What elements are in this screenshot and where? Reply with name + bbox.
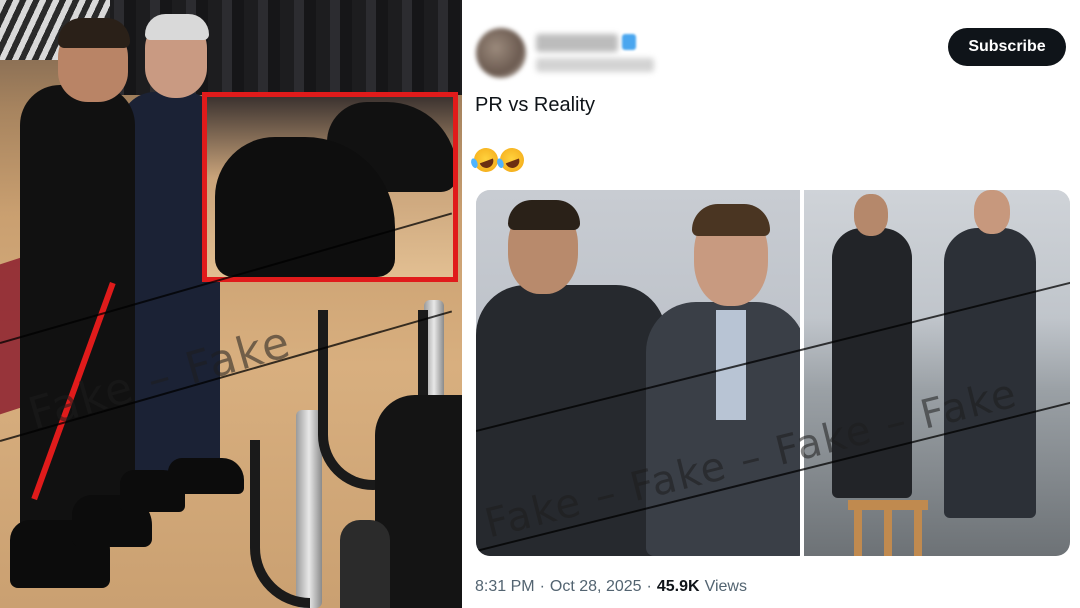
person-left-hair [58,18,130,48]
man-2-hair [692,204,770,236]
person-left-body [20,85,135,545]
meta-separator: · [539,578,545,595]
stool-seat [848,500,928,510]
views-label: Views [704,578,747,595]
tweet-card: Subscribe PR vs Reality Fake – Fake – Fa… [466,0,1080,608]
stool-leg-2 [914,510,922,556]
left-photo: Fake – Fake [0,0,462,608]
person-right-hair [145,14,209,40]
tweet-time[interactable]: 8:31 PM [475,578,535,596]
tweet-text: PR vs Reality [475,94,596,116]
tweet-meta: 8:31 PM · Oct 28, 2025 · 45.9K Views [475,578,747,596]
views-count[interactable]: 45.9K [657,578,700,596]
avatar[interactable] [476,28,526,78]
man-1-hair [508,200,580,230]
man-1-small-face [854,194,888,236]
rolling-on-floor-laughing-emoji-icon [496,144,528,176]
stool-leg-3 [884,510,892,556]
tweet-media[interactable]: Fake – Fake – Fake – Fake [476,190,1070,556]
dog [340,520,390,608]
media-image-reality[interactable] [804,190,1070,556]
man-2-small-suit [944,228,1036,518]
subscribe-button[interactable]: Subscribe [948,28,1066,66]
shoe-2 [168,458,244,494]
rope-1 [250,440,310,608]
meta-separator: · [646,578,652,595]
display-name-blurred[interactable] [536,34,618,52]
man-2-small-face [974,190,1010,234]
handle-blurred[interactable] [536,58,654,72]
zoom-highlight-box [202,92,458,282]
emoji-row [470,144,528,176]
tweet-date[interactable]: Oct 28, 2025 [550,578,642,596]
stool-leg-1 [854,510,862,556]
verified-badge-icon [622,34,636,50]
screenshot-root: Fake – Fake Subscribe PR vs Reality Fake… [0,0,1080,608]
